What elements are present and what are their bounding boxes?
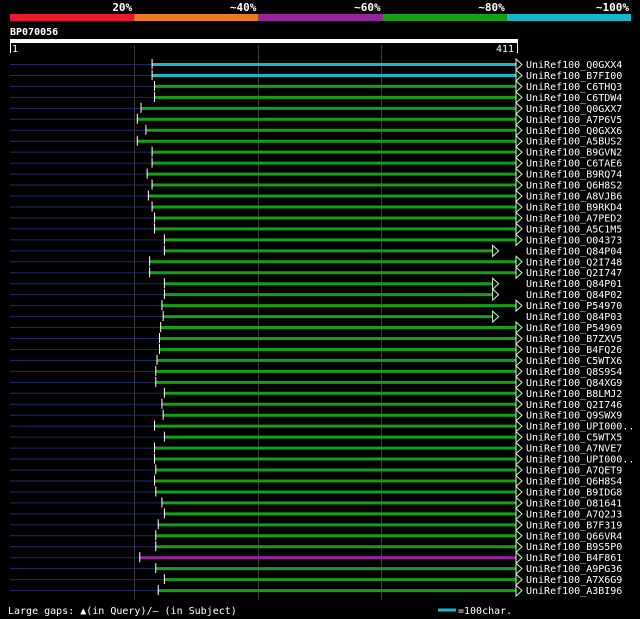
hit-name: UniRef100_A5C1M5 — [526, 224, 622, 235]
legend-swatch — [258, 14, 383, 21]
hit-name: UniRef100_Q2I746 — [526, 400, 622, 411]
legend-swatch — [382, 14, 507, 21]
hit-name: UniRef100_Q84P03 — [526, 312, 622, 323]
hit-name: UniRef100_C5WTX6 — [526, 356, 622, 367]
alignment-chart: 20% ~40% ~60% ~80% ~100% BP070056 1 411 UniR… — [0, 0, 640, 619]
hit-name: UniRef100_Q84XG9 — [526, 378, 622, 389]
legend-swatch — [506, 14, 631, 21]
query-id: BP070056 — [10, 27, 58, 38]
hit-name: UniRef100_Q2I747 — [526, 268, 622, 279]
legend-swatch — [134, 14, 259, 21]
hit-name: UniRef100_P54970 — [526, 301, 622, 312]
hit-name: UniRef100_A7P6V5 — [526, 115, 622, 126]
hit-name: UniRef100_A7PED2 — [526, 213, 622, 224]
hit-name: UniRef100_B9GVN2 — [526, 148, 622, 159]
hit-name: UniRef100_A3BI96 — [526, 586, 622, 597]
hit-name: UniRef100_A7X6G9 — [526, 575, 622, 586]
hit-name: UniRef100_C5WTX5 — [526, 433, 622, 444]
large-gaps-note: Large gaps: ▲(in Query)/– (in Subject) — [8, 606, 237, 617]
hit-name: UniRef100_C6TAE6 — [526, 159, 622, 170]
hit-name: UniRef100_C6THQ3 — [526, 82, 622, 93]
query-end-label: 411 — [496, 44, 514, 55]
hit-name: UniRef100_B9RKD4 — [526, 202, 622, 213]
hit-name: UniRef100_Q6H8S2 — [526, 181, 622, 192]
hit-name: UniRef100_Q9SWX9 — [526, 411, 622, 422]
hit-name: UniRef100_Q2I748 — [526, 257, 622, 268]
legend-label: 20% — [112, 1, 132, 14]
hit-name: UniRef100_B4F861 — [526, 553, 622, 564]
hit-name: UniRef100_B4FQ26 — [526, 345, 622, 356]
hit-name: UniRef100_UPI000.. — [526, 455, 634, 466]
hit-name: UniRef100_B7ZXV5 — [526, 334, 622, 345]
hit-name: UniRef100_B9RQ74 — [526, 170, 622, 181]
query-start-label: 1 — [12, 44, 18, 55]
legend-swatch — [10, 14, 135, 21]
hit-name: UniRef100_P54969 — [526, 323, 622, 334]
hit-name: UniRef100_B8LMJ2 — [526, 389, 622, 400]
scale-label: =100char. — [458, 606, 512, 617]
hit-name: UniRef100_Q0GXX4 — [526, 60, 622, 71]
hit-name: UniRef100_A8VJB6 — [526, 192, 622, 203]
hit-name: UniRef100_Q84P01 — [526, 279, 622, 290]
legend-label: ~80% — [478, 1, 505, 14]
hit-name: UniRef100_Q66VR4 — [526, 531, 622, 542]
hit-name: UniRef100_UPI000.. — [526, 422, 634, 433]
hit-name: UniRef100_Q0GXX6 — [526, 126, 622, 137]
hit-name: UniRef100_A7NVE7 — [526, 444, 622, 455]
hit-name: UniRef100_C6TDW4 — [526, 93, 622, 104]
legend-label: ~100% — [596, 1, 629, 14]
hit-name: UniRef100_B7FI00 — [526, 71, 622, 82]
hit-name: UniRef100_Q84P04 — [526, 246, 622, 257]
legend-label: ~40% — [230, 1, 257, 14]
hit-name: UniRef100_Q0GXX7 — [526, 104, 622, 115]
legend-label: ~60% — [354, 1, 381, 14]
hit-name: UniRef100_A7Q2J3 — [526, 509, 622, 520]
hit-name: UniRef100_O81641 — [526, 498, 622, 509]
hit-name: UniRef100_A5BUS2 — [526, 137, 622, 148]
hit-name: UniRef100_A7QET9 — [526, 466, 622, 477]
hit-name: UniRef100_Q6H8S4 — [526, 476, 622, 487]
hit-name: UniRef100_B9IDG8 — [526, 487, 622, 498]
hit-name: UniRef100_A9PG36 — [526, 564, 622, 575]
hit-name: UniRef100_Q84P02 — [526, 290, 622, 301]
query-bar — [10, 39, 518, 43]
hit-name: UniRef100_Q8S9S4 — [526, 367, 622, 378]
hit-name: UniRef100_B9S5P0 — [526, 542, 622, 553]
hit-name: UniRef100_O04373 — [526, 235, 622, 246]
hit-name: UniRef100_B7F319 — [526, 520, 622, 531]
